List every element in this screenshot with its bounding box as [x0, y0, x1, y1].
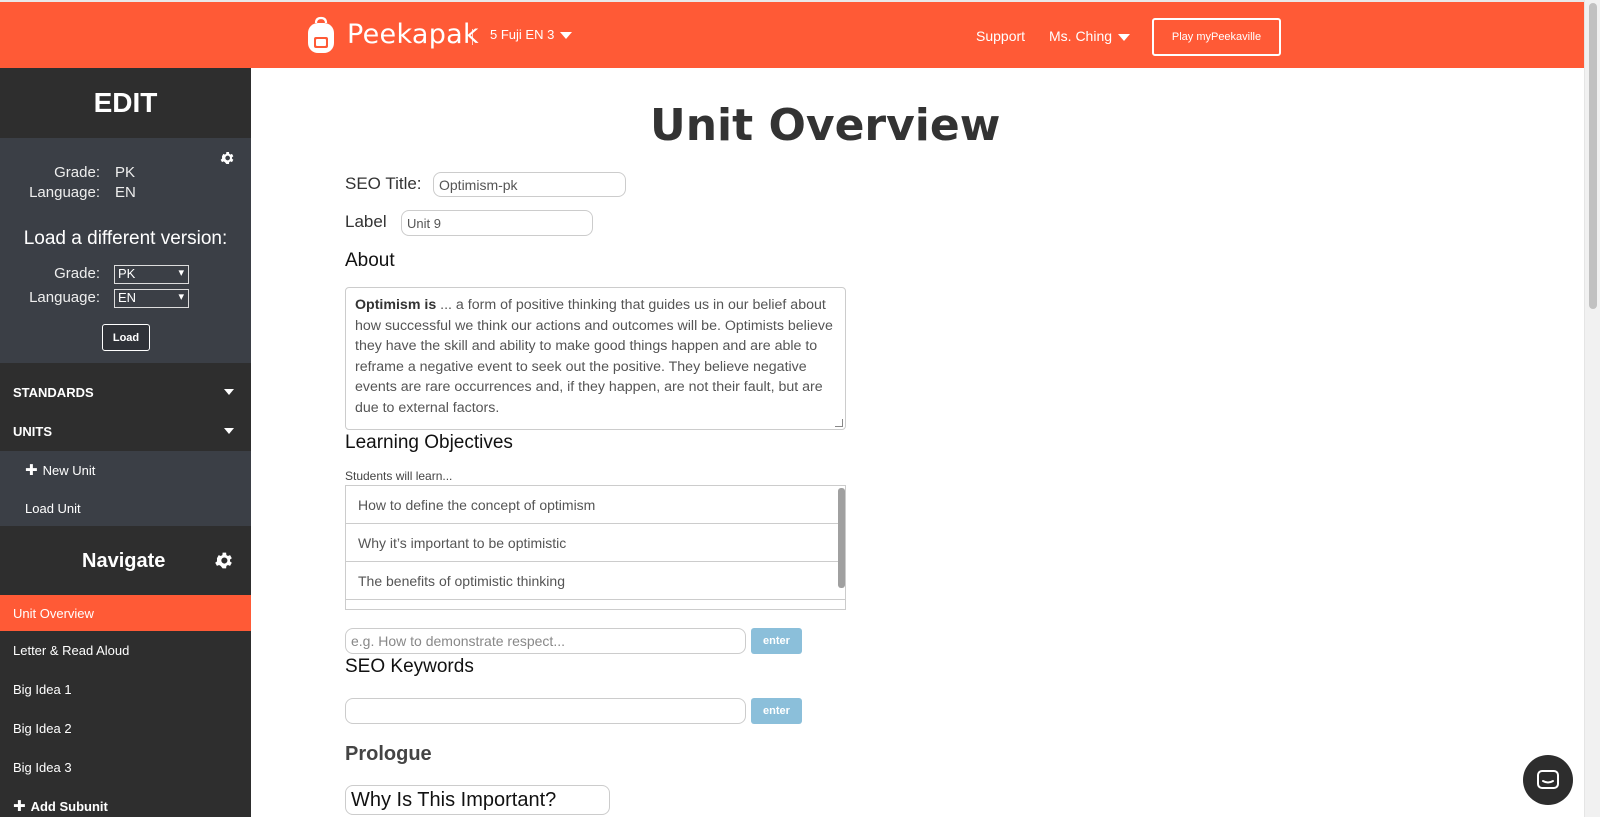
grade-select-label: Grade: [54, 265, 100, 283]
gear-icon[interactable] [219, 150, 235, 166]
chat-launcher-button[interactable] [1523, 755, 1573, 805]
page-title: Unit Overview [650, 100, 1001, 151]
current-language: Language: EN [0, 184, 136, 201]
plus-icon: ✚ [25, 462, 38, 479]
load-version-heading: Load a different version: [23, 228, 228, 249]
chevron-down-icon [224, 389, 234, 395]
about-text: ... a form of positive thinking that gui… [355, 297, 833, 416]
objectives-list[interactable]: How to define the concept of optimism Wh… [345, 485, 846, 610]
class-name: 5 Fuji EN 3 [490, 27, 555, 42]
nav-item-letter-read-aloud[interactable]: Letter & Read Aloud [0, 632, 251, 668]
seo-title-input[interactable]: Optimism-pk [433, 172, 626, 197]
top-bar: Peekapak 5 Fuji EN 3 Support Ms. Ching P… [0, 0, 1584, 68]
divider [472, 29, 473, 45]
seo-title-label: SEO Title: [345, 174, 422, 193]
plus-icon: ✚ [13, 798, 26, 815]
chat-icon [1537, 770, 1559, 789]
standards-label: STANDARDS [13, 385, 94, 400]
nav-item-big-idea-2[interactable]: Big Idea 2 [0, 710, 251, 746]
navigate-title: Navigate [82, 550, 166, 572]
nav-item-unit-overview[interactable]: Unit Overview [0, 595, 251, 631]
about-heading: About [345, 250, 395, 271]
units-label: UNITS [13, 424, 52, 439]
list-item[interactable]: The benefits of optimistic thinking [346, 562, 845, 600]
seo-keywords-heading: SEO Keywords [345, 656, 474, 677]
language-value: EN [115, 184, 136, 201]
language-label: Language: [29, 184, 100, 201]
gear-icon[interactable] [213, 550, 234, 571]
label-input[interactable]: Unit 9 [401, 210, 593, 236]
language-select-label: Language: [29, 289, 100, 307]
resize-handle-icon[interactable] [835, 419, 843, 427]
grade-label: Grade: [54, 164, 100, 181]
add-subunit-button[interactable]: ✚ Add Subunit [0, 788, 251, 817]
about-textarea[interactable]: Optimism is ... a form of positive think… [345, 287, 846, 430]
nav-item-big-idea-3[interactable]: Big Idea 3 [0, 749, 251, 785]
objectives-note: Students will learn... [345, 469, 453, 483]
prologue-title-input[interactable]: Why Is This Important? [345, 785, 610, 815]
current-grade: Grade: PK [0, 164, 135, 181]
keywords-enter-button[interactable]: enter [751, 698, 802, 724]
seo-keywords-input[interactable] [345, 698, 746, 724]
load-button[interactable]: Load [102, 324, 150, 351]
play-mypeekaville-button[interactable]: Play myPeekaville [1152, 18, 1281, 56]
objective-enter-button[interactable]: enter [751, 628, 802, 654]
learning-objectives-heading: Learning Objectives [345, 432, 513, 453]
units-submenu: ✚ New Unit Load Unit [0, 451, 251, 526]
backpack-logo-icon[interactable] [305, 16, 337, 54]
standards-accordion[interactable]: STANDARDS [0, 373, 251, 412]
chevron-down-icon [224, 428, 234, 434]
chevron-down-icon [1118, 33, 1131, 41]
add-subunit-label: Add Subunit [30, 798, 108, 814]
class-selector[interactable]: 5 Fuji EN 3 [490, 27, 573, 42]
chevron-down-icon [560, 32, 573, 40]
about-bold-text: Optimism is [355, 297, 437, 313]
user-menu[interactable]: Ms. Ching [1049, 28, 1131, 44]
support-link[interactable]: Support [976, 28, 1025, 44]
language-select[interactable]: EN [114, 289, 189, 308]
grade-select-row: Grade: PK [0, 265, 189, 284]
list-item[interactable]: Why it’s important to be optimistic [346, 524, 845, 562]
grade-select[interactable]: PK [114, 265, 189, 284]
grade-value: PK [115, 164, 136, 181]
label-label: Label [345, 212, 387, 231]
load-unit-link[interactable]: Load Unit [25, 501, 81, 516]
user-name: Ms. Ching [1049, 28, 1113, 44]
nav-item-big-idea-1[interactable]: Big Idea 1 [0, 671, 251, 707]
version-panel: Grade: PK Language: EN Load a different ve… [0, 138, 251, 363]
language-select-row: Language: EN [0, 289, 189, 308]
new-unit-label: New Unit [42, 463, 96, 478]
sidebar: EDIT Grade: PK Language: EN Load a differe… [0, 68, 251, 817]
page-scrollbar[interactable] [1584, 0, 1600, 817]
scrollbar-thumb[interactable] [1589, 3, 1597, 309]
new-unit-link[interactable]: ✚ New Unit [25, 461, 95, 479]
prologue-heading: Prologue [345, 743, 432, 765]
objective-input[interactable]: e.g. How to demonstrate respect... [345, 628, 746, 654]
brand-name[interactable]: Peekapak [347, 19, 479, 50]
units-accordion[interactable]: UNITS [0, 412, 251, 451]
objective-placeholder: e.g. How to demonstrate respect... [351, 633, 565, 649]
list-item[interactable]: How to define the concept of optimism [346, 486, 845, 524]
edit-title: EDIT [93, 87, 158, 118]
objectives-scrollbar[interactable] [838, 488, 845, 588]
